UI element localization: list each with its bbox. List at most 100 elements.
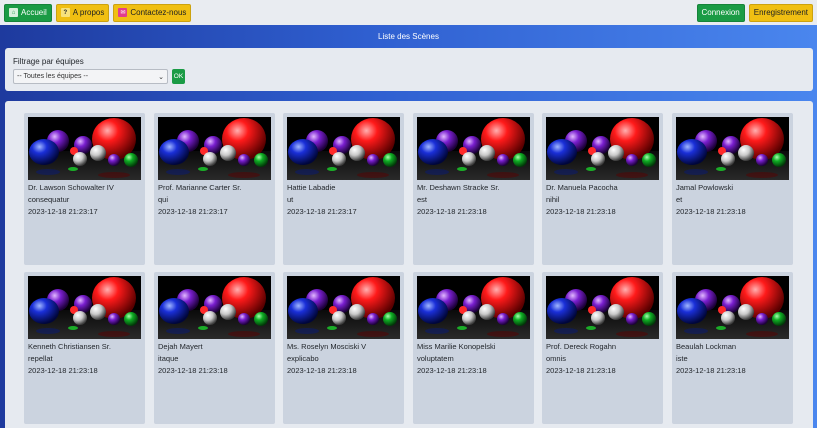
scene-author: Prof. Marianne Carter Sr. xyxy=(158,183,242,192)
scene-render-image xyxy=(676,117,789,180)
scene-render-image xyxy=(546,276,659,339)
scene-render-image xyxy=(158,117,271,180)
scene-date: 2023-12-18 21:23:17 xyxy=(158,207,228,216)
scene-card[interactable]: Miss Marilie Konopelski voluptatem 2023-… xyxy=(413,272,534,424)
scene-thumbnail[interactable] xyxy=(417,276,530,339)
scene-author: Dr. Manuela Pacocha xyxy=(546,183,618,192)
scene-info: Prof. Dereck Rogahn omnis 2023-12-18 21:… xyxy=(546,341,659,377)
home-label: Accueil xyxy=(21,8,47,17)
scene-date: 2023-12-18 21:23:18 xyxy=(28,366,98,375)
scene-render-image xyxy=(676,276,789,339)
scene-render-image xyxy=(417,276,530,339)
contact-label: Contactez-nous xyxy=(130,8,187,17)
scene-thumbnail[interactable] xyxy=(158,117,271,180)
question-icon: ? xyxy=(60,8,70,17)
scene-card[interactable]: Jamal Powlowski et 2023-12-18 21:23:18 xyxy=(672,113,793,265)
scene-thumbnail[interactable] xyxy=(676,117,789,180)
scene-date: 2023-12-18 21:23:17 xyxy=(287,207,357,216)
scene-render-image xyxy=(546,117,659,180)
scene-title: ut xyxy=(287,195,294,204)
scene-title: et xyxy=(676,195,683,204)
scene-render-image xyxy=(417,117,530,180)
scene-author: Jamal Powlowski xyxy=(676,183,734,192)
about-label: A propos xyxy=(72,8,105,17)
scene-title: voluptatem xyxy=(417,354,454,363)
filter-ok-label: OK xyxy=(173,73,184,80)
scene-card[interactable]: Hattie Labadie ut 2023-12-18 21:23:17 xyxy=(283,113,404,265)
scene-author: Dr. Lawson Schowalter IV xyxy=(28,183,114,192)
home-icon: ⌂ xyxy=(9,8,18,17)
scene-card[interactable]: Prof. Marianne Carter Sr. qui 2023-12-18… xyxy=(154,113,275,265)
scene-author: Kenneth Christiansen Sr. xyxy=(28,342,111,351)
scene-date: 2023-12-18 21:23:18 xyxy=(417,207,487,216)
scene-title: qui xyxy=(158,195,169,204)
about-button[interactable]: ? A propos xyxy=(55,3,110,22)
scene-info: Miss Marilie Konopelski voluptatem 2023-… xyxy=(417,341,530,377)
scene-title: nihil xyxy=(546,195,560,204)
contact-button[interactable]: ✉ Contactez-nous xyxy=(113,3,192,22)
home-button[interactable]: ⌂ Accueil xyxy=(4,3,52,22)
scene-thumbnail[interactable] xyxy=(546,117,659,180)
scene-card[interactable]: Dr. Manuela Pacocha nihil 2023-12-18 21:… xyxy=(542,113,663,265)
scene-title: repellat xyxy=(28,354,53,363)
page-title: Liste des Scènes xyxy=(378,31,439,41)
scene-info: Dr. Manuela Pacocha nihil 2023-12-18 21:… xyxy=(546,182,659,218)
scene-render-image xyxy=(28,117,141,180)
scene-card[interactable]: Mr. Deshawn Stracke Sr. est 2023-12-18 2… xyxy=(413,113,534,265)
scene-thumbnail[interactable] xyxy=(158,276,271,339)
scene-thumbnail[interactable] xyxy=(28,276,141,339)
team-select-value: -- Toutes les équipes -- xyxy=(17,73,89,80)
scenes-grid: Dr. Lawson Schowalter IV consequatur 202… xyxy=(5,101,813,428)
scene-render-image xyxy=(287,117,400,180)
filter-label: Filtrage par équipes xyxy=(13,57,84,66)
nav-right-group: Connexion Enregistrement xyxy=(696,3,813,22)
filter-ok-button[interactable]: OK xyxy=(172,69,185,84)
scene-info: Dejah Mayert itaque 2023-12-18 21:23:18 xyxy=(158,341,271,377)
scene-info: Beaulah Lockman iste 2023-12-18 21:23:18 xyxy=(676,341,789,377)
scene-title: iste xyxy=(676,354,688,363)
scene-thumbnail[interactable] xyxy=(676,276,789,339)
scene-date: 2023-12-18 21:23:18 xyxy=(158,366,228,375)
login-button[interactable]: Connexion xyxy=(696,3,745,22)
scene-card[interactable]: Dr. Lawson Schowalter IV consequatur 202… xyxy=(24,113,145,265)
register-button[interactable]: Enregistrement xyxy=(748,3,813,22)
scene-card[interactable]: Prof. Dereck Rogahn omnis 2023-12-18 21:… xyxy=(542,272,663,424)
scene-card[interactable]: Beaulah Lockman iste 2023-12-18 21:23:18 xyxy=(672,272,793,424)
scene-date: 2023-12-18 21:23:17 xyxy=(28,207,98,216)
scene-render-image xyxy=(158,276,271,339)
top-navbar: ⌂ Accueil ? A propos ✉ Contactez-nous Co… xyxy=(0,0,817,25)
scene-date: 2023-12-18 21:23:18 xyxy=(546,366,616,375)
scene-thumbnail[interactable] xyxy=(28,117,141,180)
scene-date: 2023-12-18 21:23:18 xyxy=(417,366,487,375)
scene-title: est xyxy=(417,195,428,204)
scene-card[interactable]: Dejah Mayert itaque 2023-12-18 21:23:18 xyxy=(154,272,275,424)
scene-info: Ms. Roselyn Mosciski V explicabo 2023-12… xyxy=(287,341,400,377)
scene-thumbnail[interactable] xyxy=(287,117,400,180)
scene-info: Kenneth Christiansen Sr. repellat 2023-1… xyxy=(28,341,141,377)
scene-card[interactable]: Kenneth Christiansen Sr. repellat 2023-1… xyxy=(24,272,145,424)
scene-render-image xyxy=(287,276,400,339)
filter-panel: Filtrage par équipes -- Toutes les équip… xyxy=(5,48,813,91)
scene-thumbnail[interactable] xyxy=(417,117,530,180)
chevron-down-icon: ⌄ xyxy=(158,73,164,81)
scene-author: Prof. Dereck Rogahn xyxy=(546,342,617,351)
scene-info: Dr. Lawson Schowalter IV consequatur 202… xyxy=(28,182,141,218)
login-label: Connexion xyxy=(701,8,740,17)
scene-info: Jamal Powlowski et 2023-12-18 21:23:18 xyxy=(676,182,789,218)
scene-title: itaque xyxy=(158,354,179,363)
scene-thumbnail[interactable] xyxy=(287,276,400,339)
scene-author: Hattie Labadie xyxy=(287,183,336,192)
scene-author: Beaulah Lockman xyxy=(676,342,737,351)
scene-card[interactable]: Ms. Roselyn Mosciski V explicabo 2023-12… xyxy=(283,272,404,424)
scene-title: omnis xyxy=(546,354,567,363)
filter-row: -- Toutes les équipes -- ⌄ OK xyxy=(13,69,805,84)
scene-date: 2023-12-18 21:23:18 xyxy=(676,207,746,216)
scene-date: 2023-12-18 21:23:18 xyxy=(676,366,746,375)
scene-date: 2023-12-18 21:23:18 xyxy=(287,366,357,375)
page-banner: Liste des Scènes xyxy=(0,25,817,47)
scene-author: Dejah Mayert xyxy=(158,342,203,351)
scene-thumbnail[interactable] xyxy=(546,276,659,339)
scene-author: Mr. Deshawn Stracke Sr. xyxy=(417,183,500,192)
team-select[interactable]: -- Toutes les équipes -- ⌄ xyxy=(13,69,168,84)
scene-author: Ms. Roselyn Mosciski V xyxy=(287,342,367,351)
